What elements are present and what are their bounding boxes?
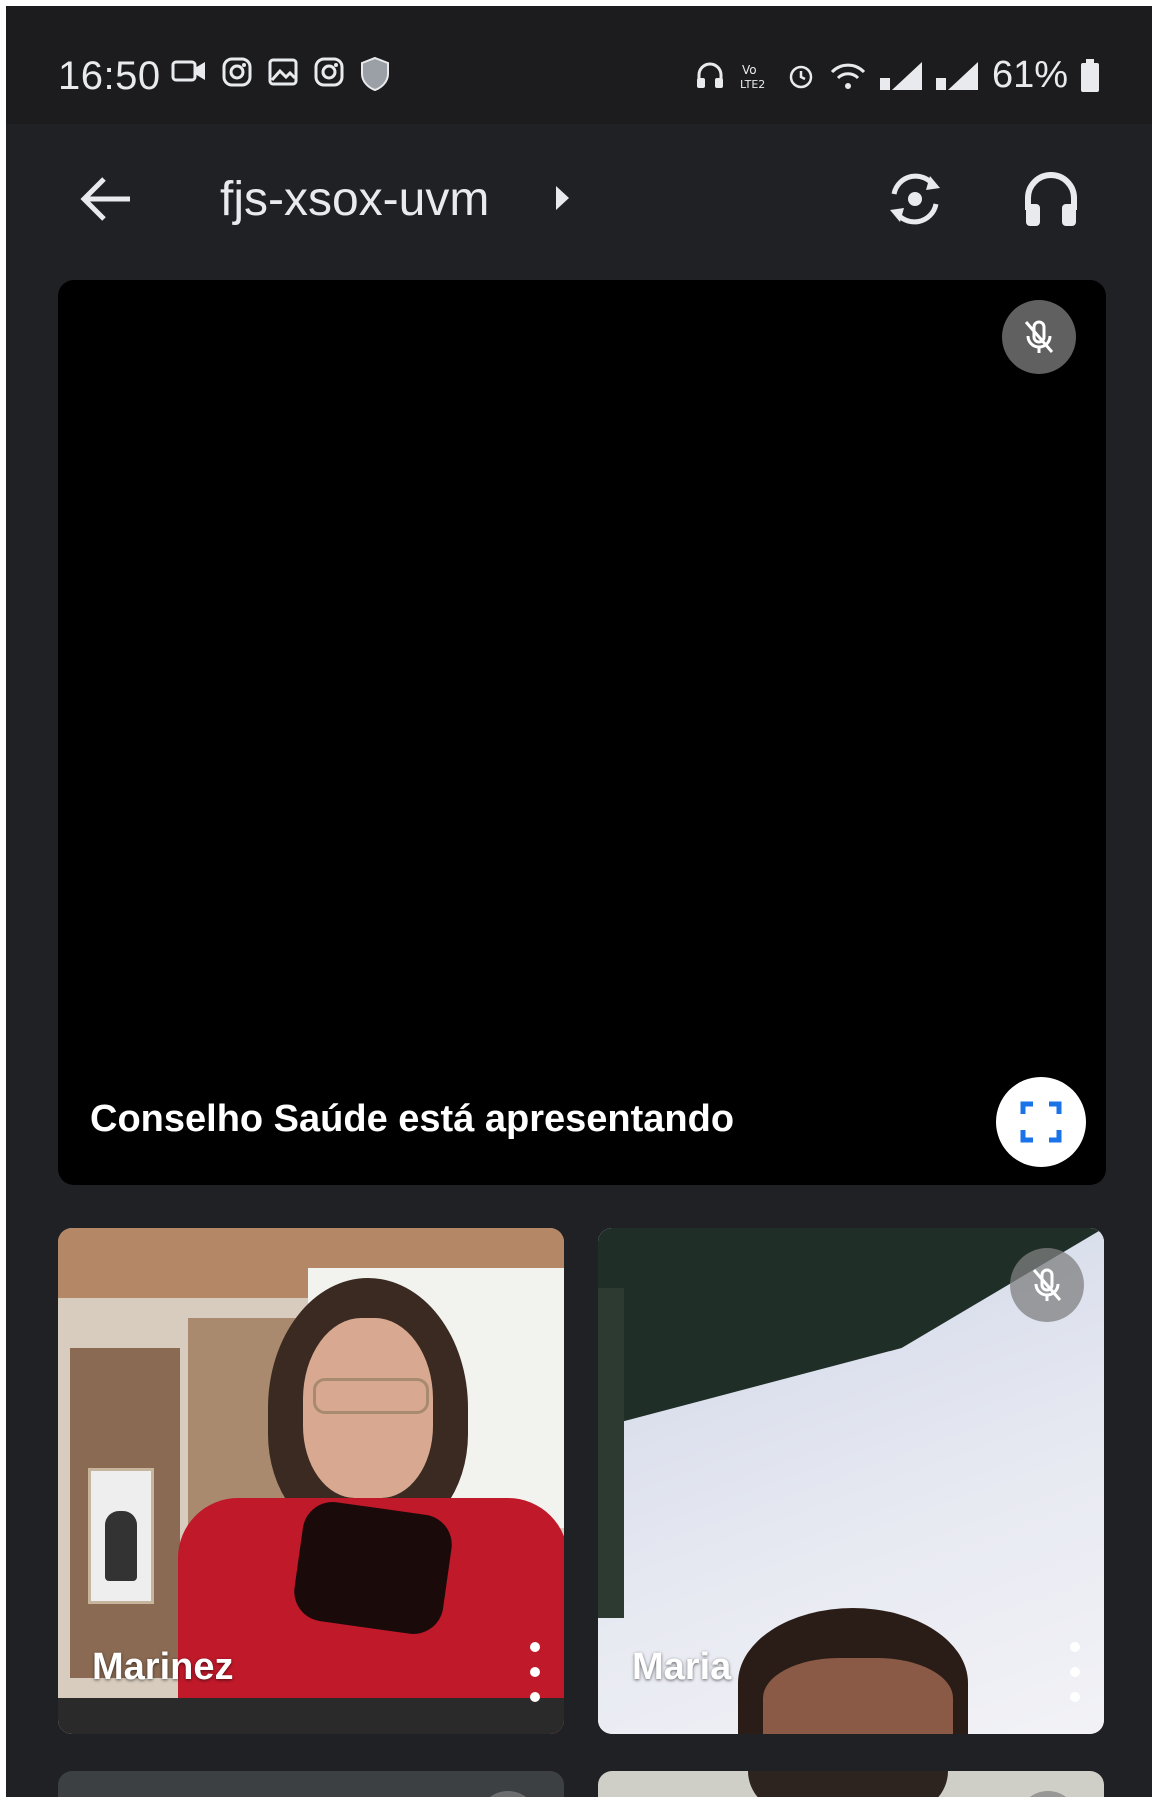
instagram-icon bbox=[314, 57, 344, 87]
alarm-icon bbox=[789, 65, 813, 88]
status-time: 16:50 bbox=[58, 54, 161, 98]
presenting-label: Conselho Saúde está apresentando bbox=[90, 1098, 735, 1140]
video-desk-edge bbox=[58, 1698, 564, 1734]
muted-mic-badge bbox=[1018, 1791, 1078, 1797]
fullscreen-button[interactable] bbox=[996, 1077, 1086, 1167]
fullscreen-icon bbox=[1020, 1101, 1062, 1143]
participant-name: Marinez bbox=[92, 1646, 234, 1688]
video-portrait-frame bbox=[88, 1468, 154, 1604]
phone-screen: 16:50 Vo LTE2 61% fjs-xsox-uvm Conselho … bbox=[6, 6, 1152, 1797]
volte-icon: Vo LTE2 bbox=[740, 63, 765, 91]
video-door-trim bbox=[598, 1288, 624, 1618]
video-participant-glasses bbox=[313, 1378, 429, 1414]
meeting-code[interactable]: fjs-xsox-uvm bbox=[220, 172, 489, 227]
instagram-icon bbox=[222, 57, 252, 87]
presentation-tile[interactable]: Conselho Saúde está apresentando bbox=[58, 280, 1106, 1185]
system-status-icons: Vo LTE2 61% bbox=[694, 54, 1100, 97]
video-camera-icon bbox=[171, 60, 205, 82]
participant-tile-partial[interactable] bbox=[58, 1771, 564, 1797]
muted-mic-badge bbox=[1010, 1248, 1084, 1322]
battery-percent: 61% bbox=[991, 54, 1068, 96]
more-options-icon[interactable] bbox=[1060, 1642, 1090, 1702]
participant-tile[interactable]: Marinez bbox=[58, 1228, 564, 1734]
svg-text:Vo: Vo bbox=[742, 63, 757, 77]
switch-camera-icon[interactable] bbox=[880, 164, 950, 234]
gallery-icon bbox=[268, 58, 298, 86]
video-participant-face bbox=[763, 1658, 953, 1734]
back-arrow-icon[interactable] bbox=[74, 167, 138, 231]
signal-icon bbox=[879, 61, 922, 90]
shield-icon bbox=[361, 56, 389, 92]
participant-tile-partial[interactable] bbox=[598, 1771, 1104, 1797]
participant-name: Maria bbox=[632, 1646, 732, 1688]
muted-mic-badge bbox=[478, 1791, 538, 1797]
meeting-details-caret-icon[interactable] bbox=[556, 186, 569, 210]
muted-mic-badge bbox=[1002, 300, 1076, 374]
mic-off-icon bbox=[1032, 1268, 1062, 1301]
svg-text:LTE2: LTE2 bbox=[740, 78, 765, 91]
more-options-icon[interactable] bbox=[520, 1642, 550, 1702]
audio-output-headphones-icon[interactable] bbox=[1016, 164, 1086, 234]
video-participant-collar bbox=[290, 1498, 456, 1638]
signal-icon bbox=[935, 61, 978, 90]
video-participant-hair bbox=[748, 1771, 948, 1797]
participant-tile[interactable]: Maria bbox=[598, 1228, 1104, 1734]
wifi-icon bbox=[830, 63, 866, 89]
status-bar: 16:50 Vo LTE2 61% bbox=[6, 6, 1152, 124]
headset-icon bbox=[696, 62, 723, 88]
battery-icon bbox=[1081, 58, 1099, 92]
notification-icons bbox=[171, 56, 391, 92]
mic-off-icon bbox=[1024, 320, 1054, 353]
meeting-app-bar: fjs-xsox-uvm bbox=[6, 124, 1152, 274]
